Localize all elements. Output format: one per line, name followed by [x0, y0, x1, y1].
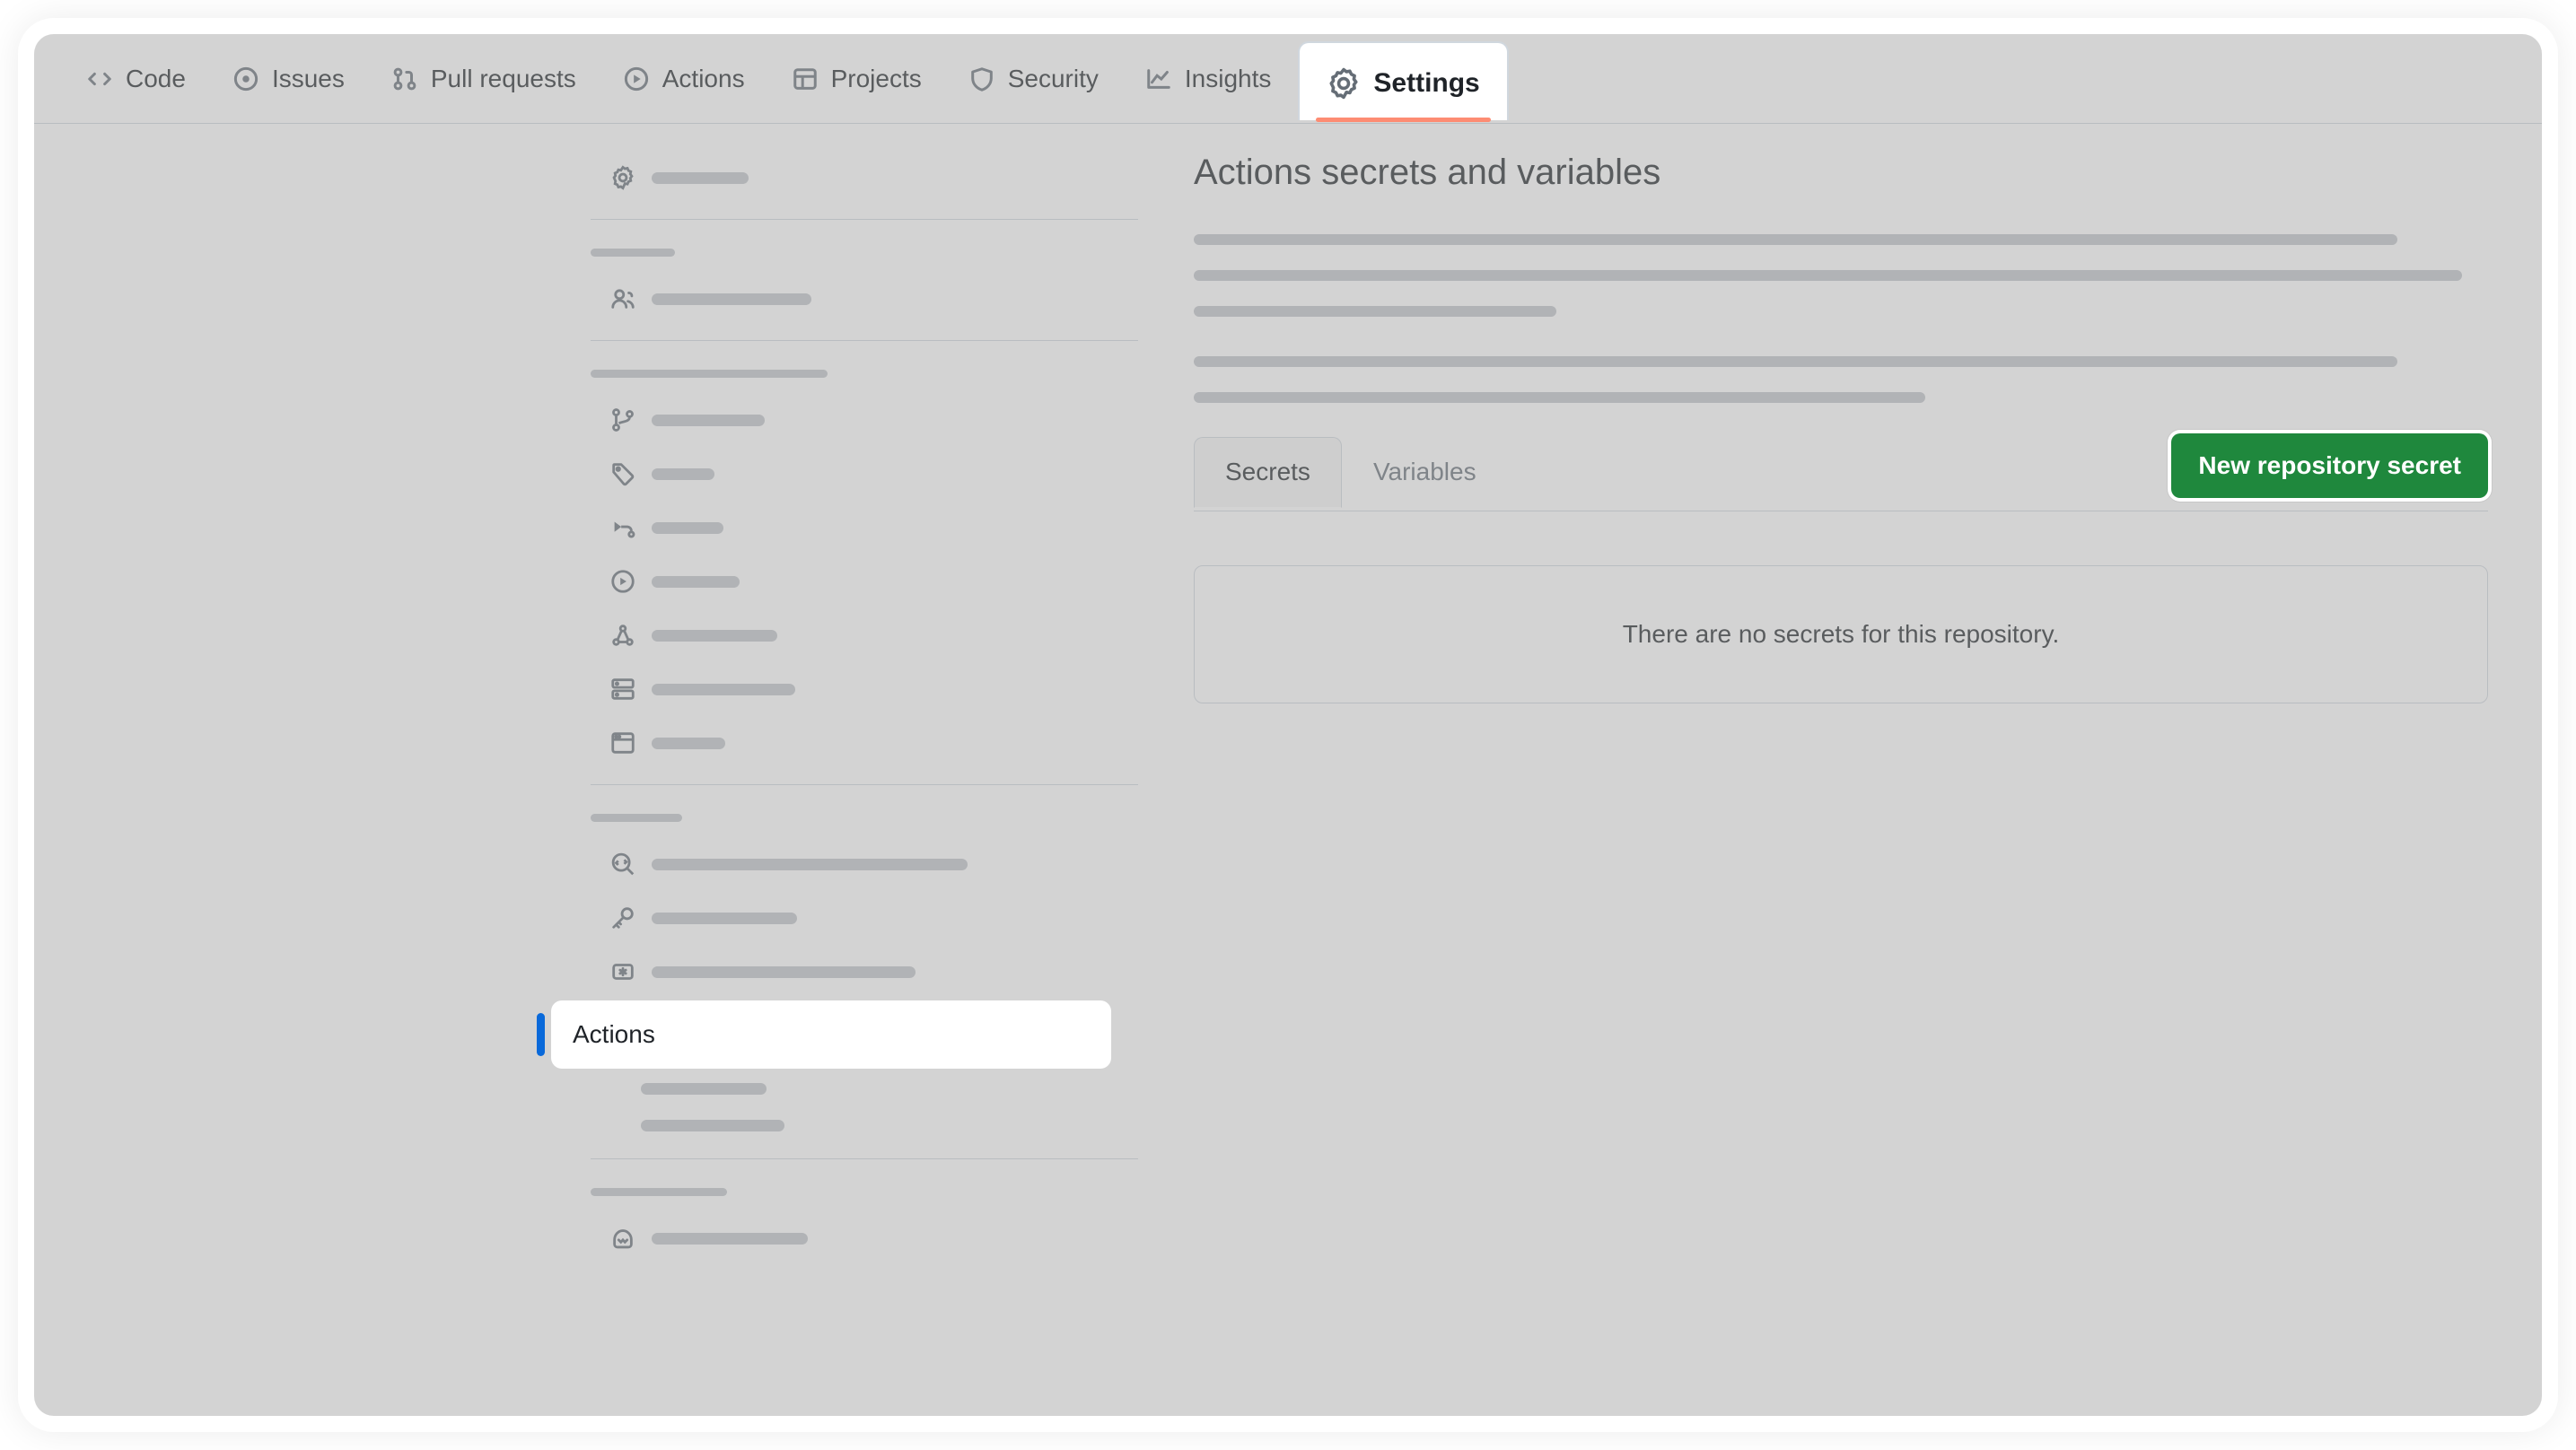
- tab-actions[interactable]: Actions: [603, 47, 765, 111]
- code-icon: [86, 66, 113, 92]
- gear-icon: [609, 163, 637, 192]
- sidebar-heading-security: [591, 801, 1165, 835]
- key-icon: [609, 904, 637, 932]
- sidebar-divider: [591, 1158, 1138, 1159]
- tab-label: Code: [126, 65, 186, 93]
- tab-label: Pull requests: [431, 65, 576, 93]
- tag-icon: [609, 459, 637, 488]
- secrets-variables-tabs: Secrets Variables: [1194, 437, 1508, 507]
- sidebar-item-deploy-keys[interactable]: [591, 893, 1147, 943]
- sub-tab-variables[interactable]: Variables: [1342, 437, 1508, 507]
- tab-label: Projects: [831, 65, 922, 93]
- settings-sidebar: Actions: [591, 124, 1165, 1416]
- sidebar-placeholder: [652, 293, 811, 305]
- sidebar-item-secrets-dependabot[interactable]: [591, 1109, 1147, 1142]
- sidebar-placeholder: [652, 522, 723, 534]
- play-icon: [623, 66, 650, 92]
- git-pull-request-icon: [391, 66, 418, 92]
- page-title: Actions secrets and variables: [1194, 153, 2488, 193]
- new-repository-secret-button[interactable]: New repository secret: [2171, 433, 2488, 498]
- hubot-icon: [609, 1224, 637, 1253]
- browser-icon: [609, 729, 637, 757]
- sidebar-divider: [591, 340, 1138, 341]
- sidebar-placeholder: [652, 738, 725, 749]
- gear-icon: [1327, 66, 1361, 100]
- sidebar-item-environments[interactable]: [591, 664, 1147, 714]
- sidebar-placeholder: [641, 1120, 784, 1131]
- skeleton-line: [1194, 306, 1556, 317]
- sidebar-heading-integrations: [591, 1175, 1165, 1210]
- sidebar-placeholder: [652, 966, 916, 978]
- sidebar-placeholder: [652, 1233, 808, 1245]
- settings-main: Actions secrets and variables Secrets Va…: [1165, 124, 2542, 1416]
- sidebar-placeholder: [652, 172, 749, 184]
- play-icon: [609, 513, 637, 542]
- sidebar-item-actions-general[interactable]: [591, 502, 1147, 553]
- key-asterisk-icon: [609, 957, 637, 986]
- skeleton-line: [1194, 392, 1925, 403]
- sidebar-item-tags[interactable]: [591, 449, 1147, 499]
- sidebar-placeholder: [591, 814, 682, 822]
- sidebar-placeholder: [652, 576, 740, 588]
- sidebar-placeholder: [652, 684, 795, 695]
- sidebar-item-secrets-variables[interactable]: [591, 947, 1147, 997]
- sidebar-placeholder: [641, 1083, 767, 1095]
- skeleton-line: [1194, 234, 2397, 245]
- sidebar-placeholder: [652, 415, 765, 426]
- sidebar-placeholder: [652, 630, 777, 642]
- server-icon: [609, 675, 637, 703]
- sidebar-placeholder: [591, 370, 828, 378]
- tab-label: Settings: [1373, 68, 1479, 99]
- issue-icon: [232, 66, 259, 92]
- skeleton-line: [1194, 270, 2462, 281]
- sidebar-item-branches[interactable]: [591, 395, 1147, 445]
- tab-insights[interactable]: Insights: [1126, 47, 1292, 111]
- webhook-icon: [609, 621, 637, 650]
- people-icon: [609, 284, 637, 313]
- tab-security[interactable]: Security: [949, 47, 1118, 111]
- sidebar-placeholder: [652, 913, 797, 924]
- skeleton-line: [1194, 356, 2397, 367]
- sidebar-item-label: Actions: [573, 1020, 655, 1049]
- codescan-icon: [609, 850, 637, 878]
- graph-icon: [1145, 66, 1172, 92]
- tab-label: Insights: [1185, 65, 1272, 93]
- sidebar-item-secrets-actions[interactable]: Actions: [551, 1000, 1111, 1069]
- sidebar-item-actions-runners[interactable]: [591, 556, 1147, 607]
- git-branch-icon: [609, 406, 637, 434]
- tab-issues[interactable]: Issues: [213, 47, 364, 111]
- sub-tab-secrets[interactable]: Secrets: [1194, 437, 1342, 508]
- sidebar-placeholder: [591, 249, 675, 257]
- sidebar-item-pages[interactable]: [591, 718, 1147, 768]
- tab-label: Actions: [662, 65, 745, 93]
- sidebar-placeholder: [652, 859, 968, 870]
- sidebar-heading-code-automation: [591, 357, 1165, 391]
- sidebar-placeholder: [591, 1188, 727, 1196]
- tab-settings[interactable]: Settings: [1298, 41, 1508, 120]
- tab-pull-requests[interactable]: Pull requests: [372, 47, 596, 111]
- play-circle-icon: [609, 567, 637, 596]
- secrets-empty-state: There are no secrets for this repository…: [1194, 565, 2488, 703]
- sidebar-item-github-apps[interactable]: [591, 1213, 1147, 1263]
- table-icon: [792, 66, 819, 92]
- tab-label: Security: [1008, 65, 1099, 93]
- description-skeleton: [1194, 234, 2488, 403]
- sidebar-item-secrets-codespaces[interactable]: [591, 1072, 1147, 1105]
- sidebar-heading-access: [591, 236, 1165, 270]
- sidebar-placeholder: [652, 468, 714, 480]
- tab-label: Issues: [272, 65, 345, 93]
- sidebar-item-code-security[interactable]: [591, 839, 1147, 889]
- sidebar-item-collaborators[interactable]: [591, 274, 1147, 324]
- sidebar-item-general[interactable]: [591, 153, 1147, 203]
- repo-tabs: Code Issues Pull requests Actions Projec…: [34, 34, 2542, 124]
- tab-projects[interactable]: Projects: [772, 47, 942, 111]
- sidebar-item-webhooks[interactable]: [591, 610, 1147, 660]
- sidebar-divider: [591, 219, 1138, 220]
- tab-code[interactable]: Code: [66, 47, 206, 111]
- shield-icon: [968, 66, 995, 92]
- sidebar-divider: [591, 784, 1138, 785]
- secrets-variables-tabs-row: Secrets Variables New repository secret: [1194, 433, 2488, 511]
